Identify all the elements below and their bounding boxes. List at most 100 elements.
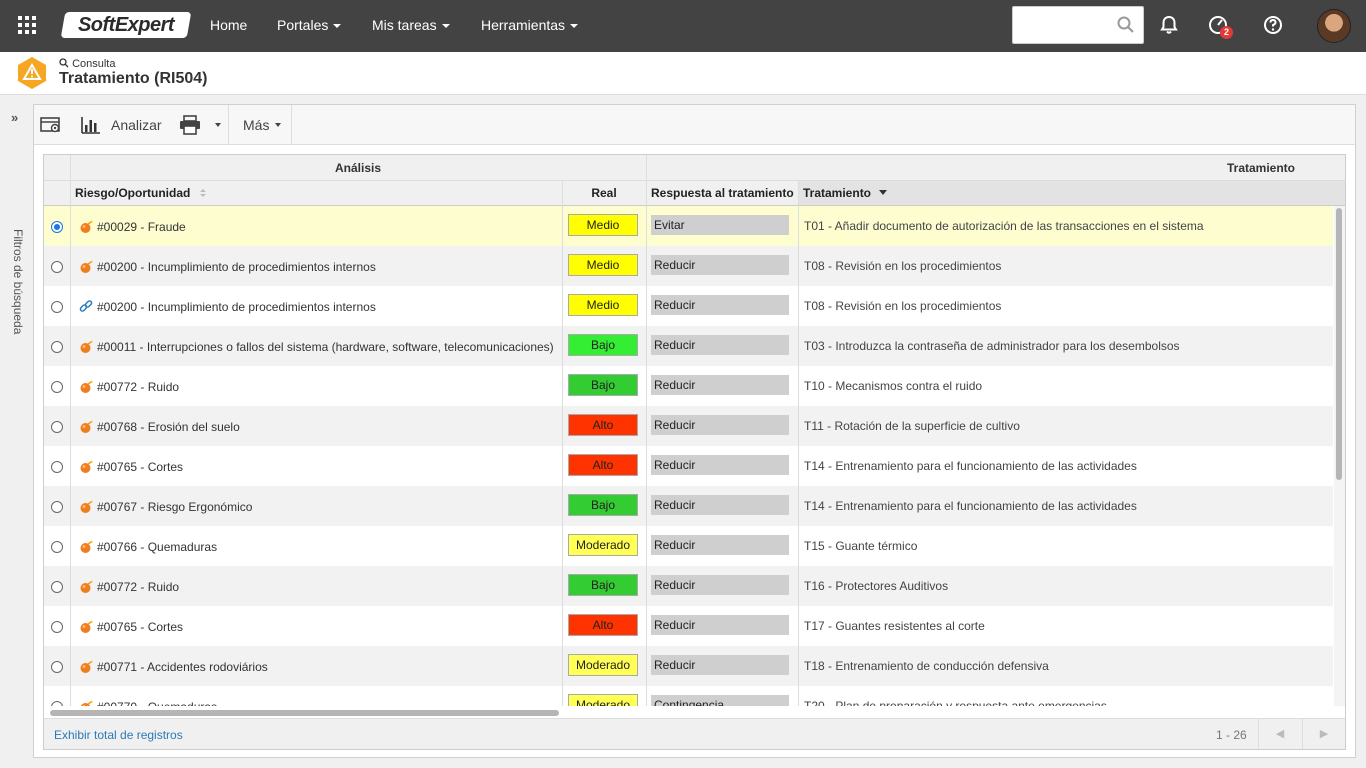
page-header: Consulta Tratamiento (RI504)	[0, 52, 1366, 95]
show-total-records-link[interactable]: Exhibir total de registros	[54, 728, 183, 742]
global-search-input[interactable]	[1012, 6, 1144, 44]
row-radio-button[interactable]	[51, 661, 63, 673]
table-row[interactable]: #00766 - Quemaduras Moderado Reducir T15 - …	[44, 526, 1333, 566]
col-header-real[interactable]: Real	[562, 181, 646, 206]
row-select-cell[interactable]	[44, 326, 70, 366]
help-icon[interactable]	[1262, 14, 1284, 36]
row-radio-button[interactable]	[51, 421, 63, 433]
scrollbar-thumb[interactable]	[50, 710, 559, 716]
nav-herramientas[interactable]: Herramientas	[481, 16, 579, 34]
response-cell: Reducir	[646, 566, 798, 606]
real-cell: Alto	[562, 406, 646, 446]
row-radio-button[interactable]	[51, 501, 63, 513]
treatment-cell: T16 - Protectores Auditivos	[798, 566, 1333, 606]
chevron-down-icon	[333, 24, 342, 29]
table-row[interactable]: #00767 - Riesgo Ergonómico Bajo Reducir T14…	[44, 486, 1333, 526]
bell-icon[interactable]	[1158, 14, 1180, 36]
row-radio-button[interactable]	[51, 381, 63, 393]
nav-portales[interactable]: Portales	[277, 16, 342, 34]
table-row[interactable]: #00200 - Incumplimiento de procedimiento…	[44, 246, 1333, 286]
chevron-down-icon	[275, 123, 282, 127]
table-row[interactable]: #00765 - Cortes Alto Reducir T14 - Entrenam…	[44, 446, 1333, 486]
col-header-treatment[interactable]: Tratamiento	[798, 181, 1333, 206]
table-row[interactable]: #00029 - Fraude Medio Evitar T01 - Añadir d…	[44, 206, 1333, 246]
response-cell: Reducir	[646, 286, 798, 326]
user-avatar[interactable]	[1317, 9, 1351, 43]
row-radio-button[interactable]	[51, 541, 63, 553]
table-row[interactable]: #00200 - Incumplimiento de procedimiento…	[44, 286, 1333, 326]
table-row[interactable]: #00765 - Cortes Alto Reducir T17 - Guantes …	[44, 606, 1333, 646]
search-filters-panel[interactable]: » Filtros de búsqueda	[0, 96, 32, 768]
row-select-cell[interactable]	[44, 206, 70, 246]
previous-page-button[interactable]: ◀	[1258, 719, 1301, 749]
row-select-cell[interactable]	[44, 406, 70, 446]
row-select-cell[interactable]	[44, 446, 70, 486]
treatment-response: Reducir	[651, 615, 789, 635]
row-radio-button[interactable]	[51, 301, 63, 313]
risk-cell: #00029 - Fraude	[70, 206, 562, 246]
vertical-scrollbar[interactable]	[1334, 206, 1345, 706]
col-header-response[interactable]: Respuesta al tratamiento	[646, 181, 798, 206]
analyze-button[interactable]: Analizar	[81, 105, 162, 145]
table-row[interactable]: #00772 - Ruido Bajo Reducir T16 - Protector…	[44, 566, 1333, 606]
apps-grid-icon[interactable]	[18, 16, 36, 34]
risk-level-badge: Moderado	[568, 534, 638, 556]
risk-level-badge: Alto	[568, 454, 638, 476]
row-radio-button[interactable]	[51, 581, 63, 593]
treatment-name: T17 - Guantes resistentes al corte	[804, 619, 985, 633]
filters-label[interactable]: Filtros de búsqueda	[11, 229, 25, 334]
risk-level-badge: Bajo	[568, 374, 638, 396]
nav-home[interactable]: Home	[210, 16, 247, 34]
row-radio-button[interactable]	[51, 261, 63, 273]
treatment-cell: T03 - Introduzca la contraseña de admini…	[798, 326, 1333, 366]
row-select-cell[interactable]	[44, 646, 70, 686]
search-icon[interactable]	[1117, 16, 1135, 34]
col-header-select	[44, 181, 70, 206]
row-select-cell[interactable]	[44, 366, 70, 406]
risk-level-badge: Medio	[568, 254, 638, 276]
view-record-button[interactable]	[40, 105, 66, 145]
table-row[interactable]: #00011 - Interrupciones o fallos del sis…	[44, 326, 1333, 366]
row-select-cell[interactable]	[44, 526, 70, 566]
row-select-cell[interactable]	[44, 606, 70, 646]
horizontal-scrollbar[interactable]	[44, 706, 1333, 718]
row-radio-button[interactable]	[51, 461, 63, 473]
risk-cell: #00772 - Ruido	[70, 366, 562, 406]
table-row[interactable]: #00772 - Ruido Bajo Reducir T10 - Mecanismo…	[44, 366, 1333, 406]
risk-name: #00771 - Accidentes rodoviários	[97, 660, 268, 674]
softexpert-logo[interactable]: SoftExpert	[60, 12, 192, 38]
risk-name: #00772 - Ruido	[97, 380, 180, 394]
nav-mis-tareas[interactable]: Mis tareas	[372, 16, 450, 34]
risk-cell: #00767 - Riesgo Ergonómico	[70, 486, 562, 526]
real-cell: Moderado	[562, 646, 646, 686]
next-page-button[interactable]: ▶	[1302, 719, 1345, 749]
treatment-response: Reducir	[651, 295, 789, 315]
treatment-name: T08 - Revisión en los procedimientos	[804, 259, 1002, 273]
scrollbar-thumb[interactable]	[1336, 208, 1342, 480]
row-radio-button[interactable]	[51, 221, 63, 233]
treatment-cell: T08 - Revisión en los procedimientos	[798, 286, 1333, 326]
row-select-cell[interactable]	[44, 566, 70, 606]
table-row[interactable]: #00770 - Quemaduras Moderado Contingencia T…	[44, 686, 1333, 706]
table-row[interactable]: #00768 - Erosión del suelo Alto Reducir T11…	[44, 406, 1333, 446]
treatment-response: Reducir	[651, 255, 789, 275]
row-radio-button[interactable]	[51, 621, 63, 633]
more-button[interactable]: Más	[243, 105, 282, 145]
main-panel: Analizar Más Análisis Tratamiento Riesgo…	[33, 104, 1356, 758]
expand-filters-icon[interactable]: »	[11, 110, 18, 125]
col-header-risk[interactable]: Riesgo/Oportunidad	[70, 181, 562, 206]
row-select-cell[interactable]	[44, 486, 70, 526]
table-row[interactable]: #00771 - Accidentes rodoviários Moderado R…	[44, 646, 1333, 686]
chevron-down-icon	[215, 123, 221, 127]
row-select-cell[interactable]	[44, 246, 70, 286]
response-cell: Contingencia	[646, 686, 798, 706]
real-cell: Moderado	[562, 686, 646, 706]
row-select-cell[interactable]	[44, 286, 70, 326]
risk-bomb-icon	[80, 220, 93, 233]
row-radio-button[interactable]	[51, 341, 63, 353]
risk-bomb-icon	[80, 340, 93, 353]
risk-cell: #00772 - Ruido	[70, 566, 562, 606]
row-select-cell[interactable]	[44, 686, 70, 706]
risk-name: #00200 - Incumplimiento de procedimiento…	[97, 300, 376, 314]
print-button[interactable]	[179, 105, 221, 145]
